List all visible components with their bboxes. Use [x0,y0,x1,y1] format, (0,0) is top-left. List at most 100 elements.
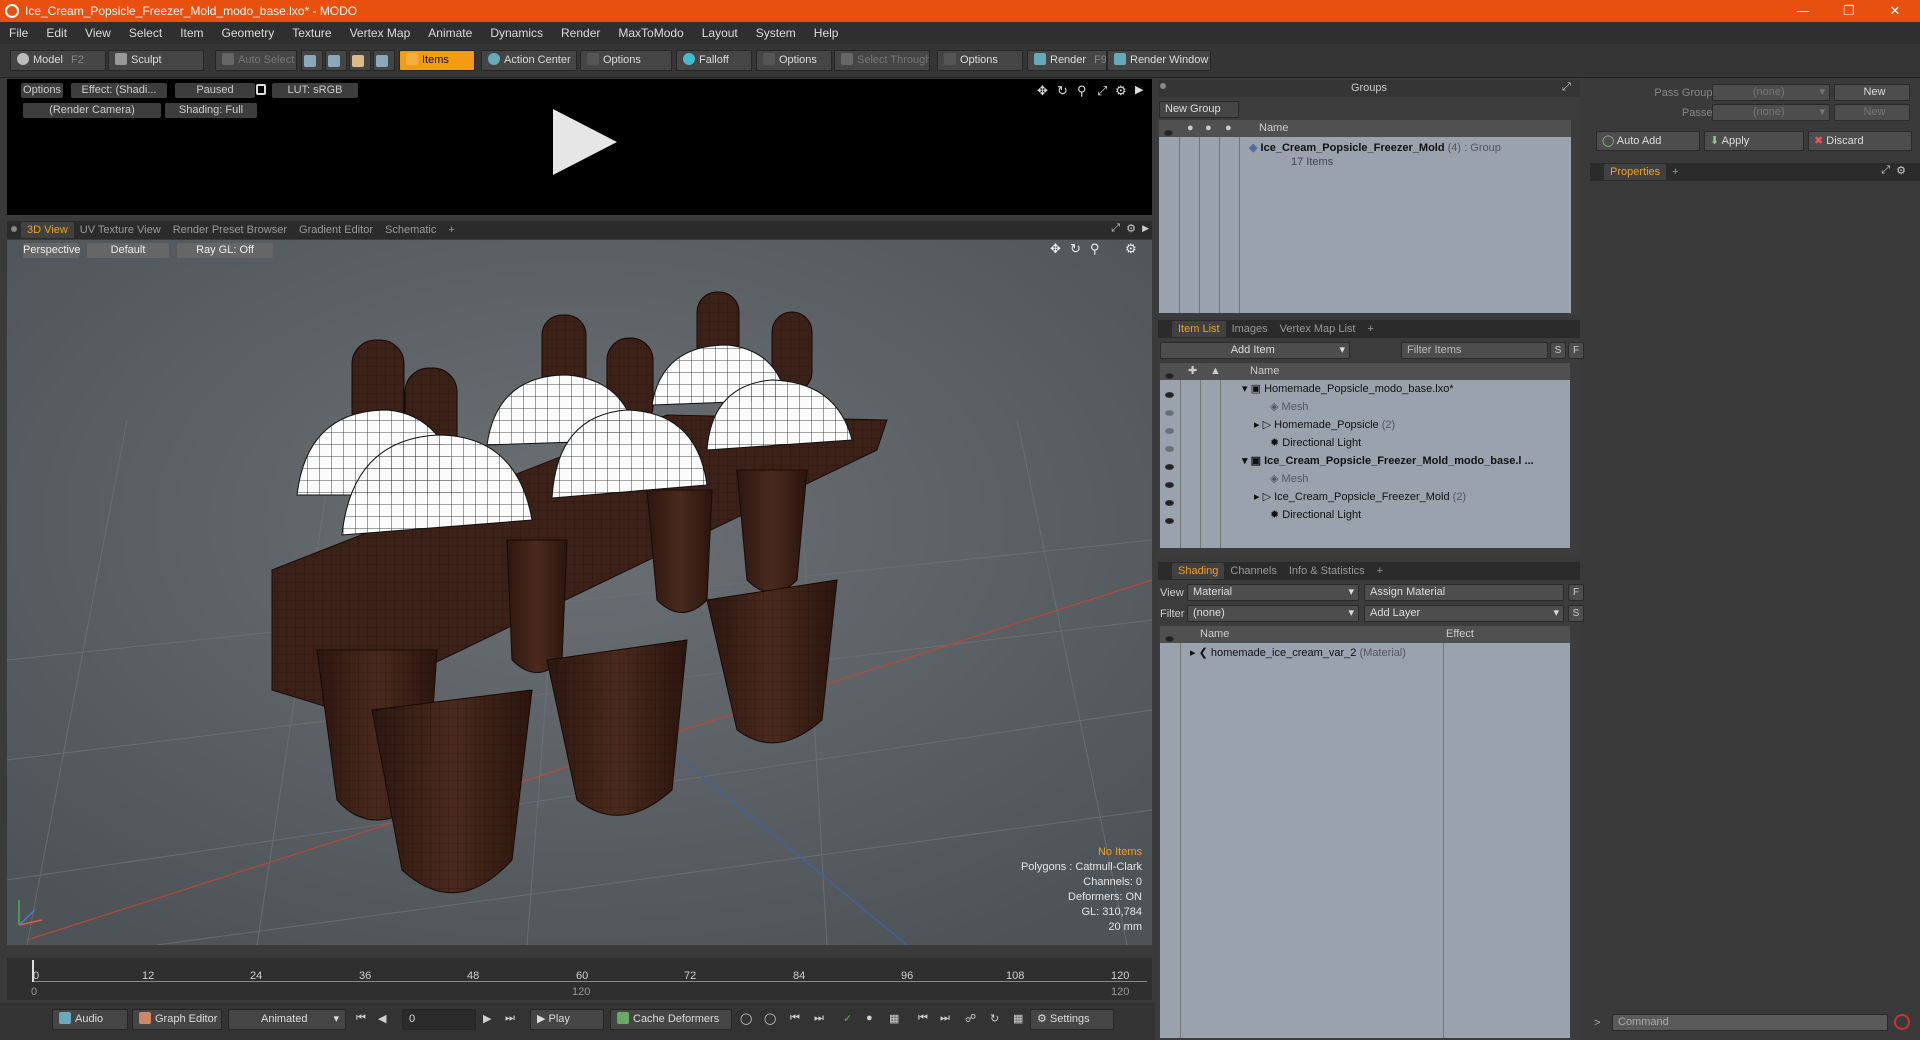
eye-icon[interactable] [1165,512,1174,530]
material-row[interactable]: ▸ ❮ homemade_ice_cream_var_2 (Material) [1190,644,1406,662]
keyframe-icon[interactable]: ◯ [740,1012,752,1025]
menu-file[interactable]: File [0,26,37,40]
menu-edit[interactable]: Edit [37,26,76,40]
scene-row-homemade[interactable]: ▾ ▣ Homemade_Popsicle_modo_base.lxo* [1160,380,1570,398]
preview-lut-dropdown[interactable]: LUT: sRGB [272,83,358,98]
add-tab-button[interactable]: + [1371,563,1389,579]
gear-icon[interactable]: ⚙ [1896,164,1906,177]
timeline-ruler[interactable] [32,960,1147,982]
go-start-icon[interactable]: ⏮ [356,1012,366,1025]
gear-icon[interactable]: ⚙ [1126,222,1136,235]
materials-mode-button[interactable] [373,50,395,71]
minimize-icon[interactable]: — [1780,0,1826,22]
tab-3d-view[interactable]: 3D View [21,222,74,238]
add-item-dropdown[interactable]: Add Item ▾ [1160,342,1350,359]
select-through-button[interactable]: Select Through [834,50,930,71]
panel-arrow-icon[interactable]: ▶ [1135,83,1143,96]
add-tab-button[interactable]: + [442,222,460,238]
close-icon[interactable]: ✕ [1872,0,1918,22]
menu-render[interactable]: Render [552,26,609,40]
graph-editor-button[interactable]: Graph Editor [132,1009,222,1030]
tab-channels[interactable]: Channels [1224,563,1282,579]
new-pass-button[interactable]: New [1834,104,1910,121]
rotate-icon[interactable]: ↻ [1057,83,1068,99]
item-list-tree[interactable]: ▾ ▣ Homemade_Popsicle_modo_base.lxo* ◈ M… [1160,380,1570,548]
gear-icon[interactable]: ⚙ [1125,241,1137,257]
auto-select-button[interactable]: Auto Select [215,50,297,71]
add-tab-button[interactable]: + [1666,164,1684,180]
go-end-icon[interactable]: ⏭ [505,1012,515,1025]
item-row-light[interactable]: ✹ Directional Light [1160,506,1570,524]
auto-add-button[interactable]: ◯ Auto Add [1596,131,1700,151]
check-icon[interactable]: ✓ [843,1012,852,1025]
timeline[interactable]: 0 12 24 36 48 60 72 84 96 108 120 0 120 … [7,958,1152,1000]
lock-icon[interactable]: ● [1187,120,1194,137]
preview-options-button[interactable]: Options [21,83,63,98]
key-settings-icon[interactable]: ◯ [764,1012,776,1025]
scene-row-mold[interactable]: ▾ ▣ Ice_Cream_Popsicle_Freezer_Mold_modo… [1160,452,1570,470]
render-preview[interactable]: Options Effect: (Shadi... Paused LUT: sR… [7,79,1152,215]
groups-list[interactable]: ◈ Ice_Cream_Popsicle_Freezer_Mold (4) : … [1159,137,1571,313]
perspective-dropdown[interactable]: Perspective [23,243,80,258]
tab-info-statistics[interactable]: Info & Statistics [1283,563,1371,579]
shader-tree[interactable]: ▸ ❮ homemade_ice_cream_var_2 (Material) [1160,643,1570,1038]
assign-material-button[interactable]: Assign Material [1364,584,1564,601]
tab-render-preset-browser[interactable]: Render Preset Browser [167,222,293,238]
sync-icon[interactable]: ↻ [990,1012,999,1025]
settings-button[interactable]: ⚙ Settings [1030,1009,1114,1030]
filter-f-button[interactable]: F [1568,342,1584,359]
play-icon[interactable] [553,109,617,175]
menu-vertex-map[interactable]: Vertex Map [341,26,420,40]
new-group-button[interactable]: New Group [1159,101,1239,118]
vertices-mode-button[interactable] [301,50,323,71]
filter-items-input[interactable]: Filter Items [1401,342,1548,359]
group-row[interactable]: ◈ Ice_Cream_Popsicle_Freezer_Mold (4) : … [1249,139,1501,157]
menu-layout[interactable]: Layout [693,26,747,40]
step-forward-icon[interactable]: ▶ [483,1012,491,1025]
tab-images[interactable]: Images [1226,321,1274,337]
frame-field[interactable]: 0 [402,1009,476,1030]
stop-icon[interactable] [1894,1014,1910,1030]
item-row-mold[interactable]: ▸ ▷ Ice_Cream_Popsicle_Freezer_Mold (2) [1160,488,1570,506]
filter-dropdown[interactable]: (none) ▾ [1187,605,1359,622]
audio-button[interactable]: Audio [52,1009,128,1030]
preview-camera-dropdown[interactable]: (Render Camera) [23,103,161,118]
menu-help[interactable]: Help [805,26,848,40]
tab-vertex-map-list[interactable]: Vertex Map List [1274,321,1362,337]
raygl-dropdown[interactable]: Ray GL: Off [177,243,273,258]
3d-viewport[interactable]: Perspective Default Ray GL: Off ✥ ↻ ⚲ ⚙ … [7,240,1152,945]
menu-animate[interactable]: Animate [419,26,481,40]
record-icon[interactable]: ● [866,1012,873,1024]
skip-next-icon[interactable]: ⏭ [940,1012,950,1025]
preview-effect-dropdown[interactable]: Effect: (Shadi... [71,83,167,98]
select-options-button[interactable]: Options [937,50,1023,71]
tab-uv-texture-view[interactable]: UV Texture View [74,222,167,238]
action-center-button[interactable]: Action Center [481,50,577,71]
menu-select[interactable]: Select [120,26,171,40]
auto-key-icon[interactable]: ▦ [889,1012,899,1025]
restore-icon[interactable]: ❐ [1826,0,1872,22]
zoom-icon[interactable]: ⚲ [1090,241,1100,257]
next-key-icon[interactable]: ⏭ [814,1012,824,1025]
select-col-icon[interactable]: ● [1225,120,1232,137]
style-dropdown[interactable]: Default [87,243,169,258]
expand-icon[interactable]: ▸ [1254,491,1260,503]
move-icon[interactable]: ✥ [1037,83,1048,99]
preview-shading-dropdown[interactable]: Shading: Full [165,103,257,118]
model-mode-button[interactable]: Model F2 [10,50,106,71]
rotate-icon[interactable]: ↻ [1070,241,1081,257]
tab-schematic[interactable]: Schematic [379,222,442,238]
maximize-icon[interactable]: ⤢ [1097,83,1107,99]
render-button[interactable]: Render F9 [1027,50,1107,71]
menu-view[interactable]: View [76,26,120,40]
shading-f-button[interactable]: F [1568,584,1584,601]
expand-icon[interactable]: ▸ [1190,647,1196,659]
add-layer-dropdown[interactable]: Add Layer ▾ [1364,605,1564,622]
action-center-options-button[interactable]: Options [580,50,672,71]
view-dropdown[interactable]: Material ▾ [1187,584,1359,601]
discard-button[interactable]: ✖ Discard [1808,131,1912,151]
tab-gradient-editor[interactable]: Gradient Editor [293,222,379,238]
passes-dropdown[interactable]: (none) ▾ [1712,104,1830,121]
new-pass-group-button[interactable]: New [1834,84,1910,101]
panel-arrow-icon[interactable]: ▶ [1142,223,1149,234]
